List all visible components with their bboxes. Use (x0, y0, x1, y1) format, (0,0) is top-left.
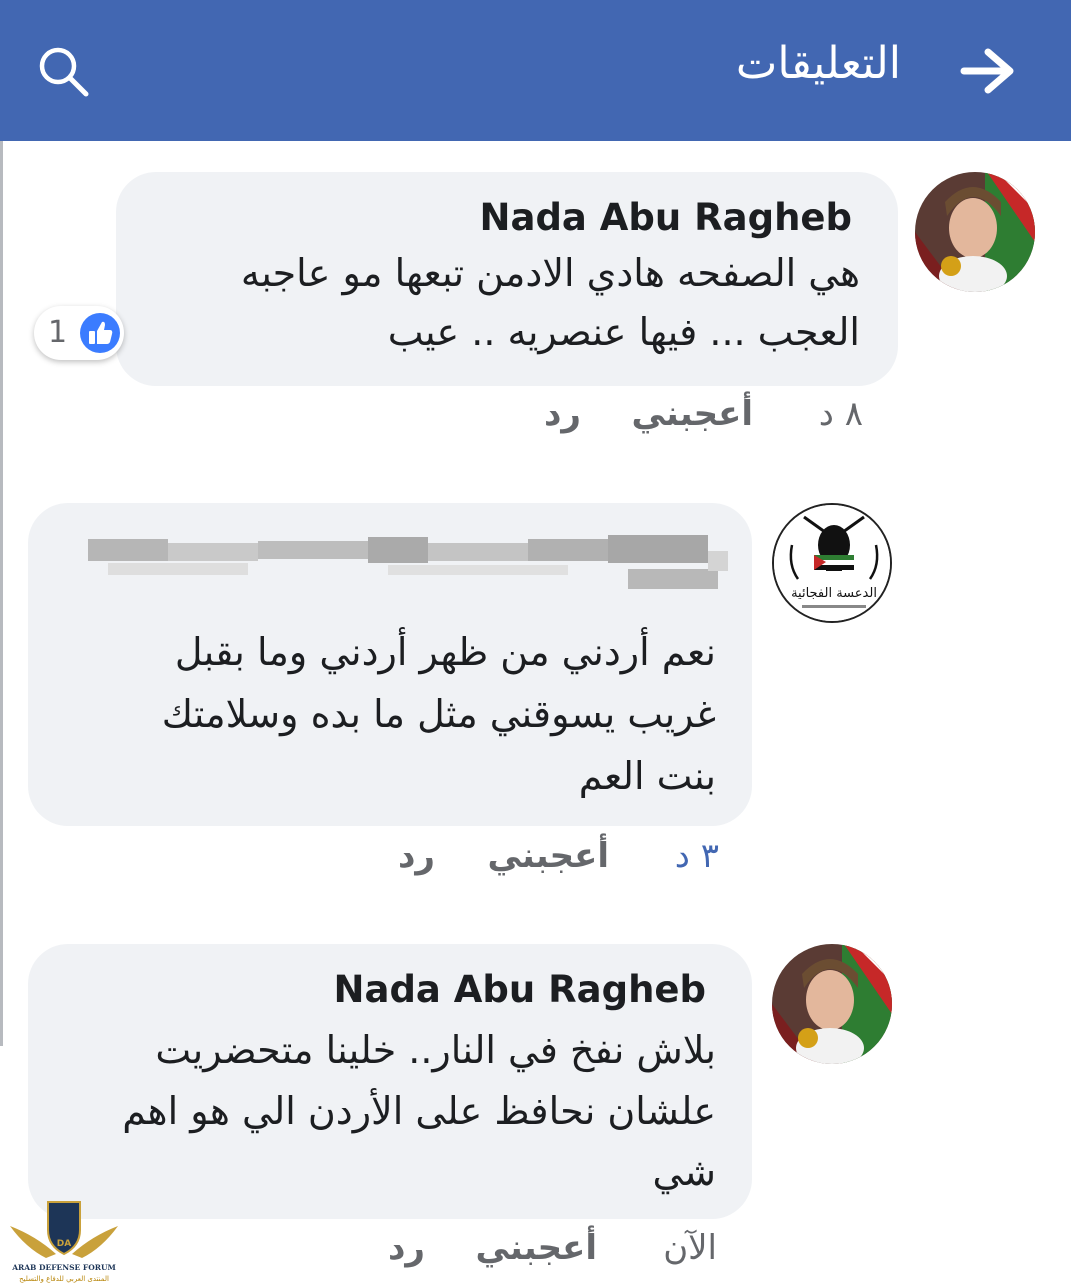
avatar-caption: الدعسة الفجائية (791, 586, 877, 601)
obscured-author-name (88, 535, 728, 589)
comment-time: ٨ د (818, 394, 863, 434)
comment-line: غريب يسوقني مثل ما بده وسلامتك (161, 692, 716, 736)
comment-line: علشان نحافظ على الأردن الي هو اهم (122, 1089, 716, 1133)
comment-line: العجب ... فيها عنصريه .. عيب (387, 310, 860, 354)
comment-bubble[interactable]: Nada Abu Ragheb بلاش نفخ في النار.. خلين… (28, 944, 752, 1219)
comment-line: نعم أردني من ظهر أردني وما بقبل (174, 630, 716, 674)
logo-name: ARAB DEFENSE FORUM (11, 1263, 116, 1272)
reply-button[interactable]: رد (388, 1228, 425, 1268)
avatar[interactable]: الدعسة الفجائية (772, 503, 892, 623)
reply-button[interactable]: رد (544, 394, 581, 434)
like-button[interactable]: أعجبني (475, 1228, 597, 1268)
thread-indicator-line (0, 141, 3, 1046)
like-button[interactable]: أعجبني (487, 836, 609, 876)
page-title: التعليقات (735, 38, 901, 89)
comment-time: ٣ د (674, 836, 719, 876)
comment-bubble[interactable]: Nada Abu Ragheb هي الصفحه هادي الادمن تب… (116, 172, 898, 386)
comment-text: بلاش نفخ في النار.. خلينا متحضريت علشان … (122, 1020, 716, 1203)
comment-line: بنت العم (578, 754, 716, 798)
comment-line: شي (652, 1150, 716, 1194)
like-button[interactable]: أعجبني (631, 394, 753, 434)
comment-author[interactable]: Nada Abu Ragheb (334, 968, 706, 1011)
comment-author[interactable]: Nada Abu Ragheb (480, 196, 852, 239)
reaction-count: 1 (48, 315, 68, 350)
search-icon[interactable] (36, 44, 90, 98)
forum-logo: DA ARAB DEFENSE FORUM المنتدى العربي للد… (10, 1201, 118, 1283)
avatar[interactable] (915, 172, 1035, 292)
comment-time: الآن (663, 1228, 717, 1268)
top-bar: التعليقات (0, 0, 1071, 141)
thumbs-up-icon (80, 313, 120, 353)
reply-button[interactable]: رد (398, 836, 435, 876)
comments-screen: التعليقات Nada Abu Ragheb هي الصفحه هادي… (0, 0, 1071, 1288)
comment-bubble[interactable]: نعم أردني من ظهر أردني وما بقبل غريب يسو… (28, 503, 752, 826)
avatar[interactable] (772, 944, 892, 1064)
comment-text: نعم أردني من ظهر أردني وما بقبل غريب يسو… (162, 621, 716, 807)
logo-mark: DA (57, 1239, 71, 1249)
arrow-right-icon[interactable] (960, 46, 1016, 96)
reaction-badge[interactable]: 1 (34, 306, 124, 360)
comment-text: هي الصفحه هادي الادمن تبعها مو عاجبه الع… (241, 244, 860, 362)
comment-line: هي الصفحه هادي الادمن تبعها مو عاجبه (240, 251, 860, 295)
comment-line: بلاش نفخ في النار.. خلينا متحضريت (155, 1028, 716, 1072)
logo-arabic-name: المنتدى العربي للدفاع والتسليح (19, 1275, 109, 1283)
